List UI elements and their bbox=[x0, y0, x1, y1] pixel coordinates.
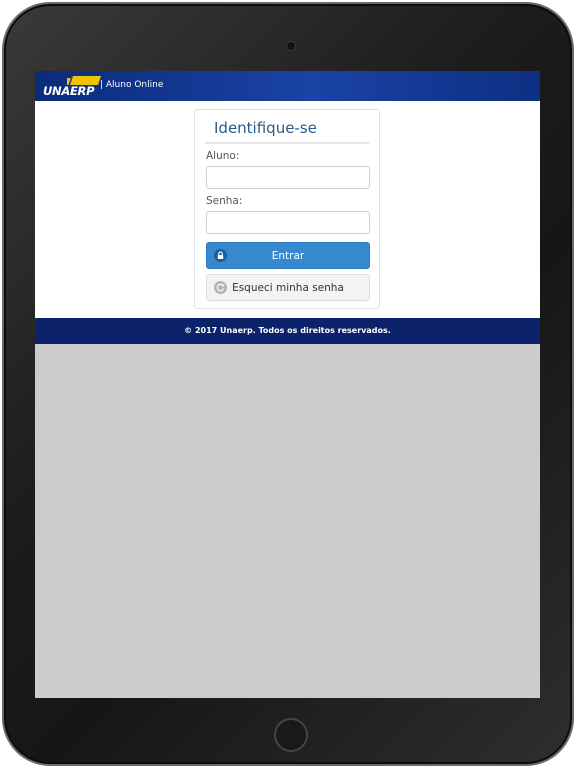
submit-button[interactable]: Entrar bbox=[206, 242, 370, 269]
site-header: UNAERP | Aluno Online bbox=[35, 71, 540, 101]
title-divider bbox=[205, 142, 369, 144]
site-footer: © 2017 Unaerp. Todos os direitos reserva… bbox=[35, 318, 540, 344]
main-content: Identifique-se Aluno: Senha: Entrar Esqu… bbox=[35, 101, 540, 318]
camera-dot bbox=[286, 41, 296, 51]
login-title: Identifique-se bbox=[214, 119, 317, 137]
password-label: Senha: bbox=[206, 195, 243, 207]
home-button[interactable] bbox=[274, 718, 308, 752]
forgot-password-button[interactable]: Esqueci minha senha bbox=[206, 274, 370, 301]
browser-viewport: UNAERP | Aluno Online Identifique-se Alu… bbox=[35, 71, 540, 698]
unaerp-logo[interactable]: UNAERP bbox=[43, 76, 101, 98]
username-label: Aluno: bbox=[206, 150, 240, 162]
copyright-text: © 2017 Unaerp. Todos os direitos reserva… bbox=[184, 326, 391, 335]
forgot-password-label: Esqueci minha senha bbox=[232, 282, 344, 294]
submit-label: Entrar bbox=[271, 250, 305, 262]
username-input[interactable] bbox=[206, 166, 370, 189]
password-input[interactable] bbox=[206, 211, 370, 234]
header-title: | Aluno Online bbox=[100, 80, 164, 90]
logo-text: UNAERP bbox=[43, 84, 95, 98]
login-panel: Identifique-se Aluno: Senha: Entrar Esqu… bbox=[194, 109, 380, 309]
